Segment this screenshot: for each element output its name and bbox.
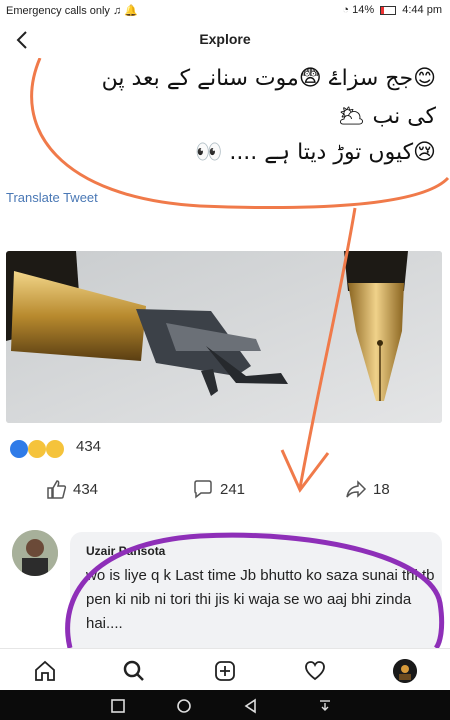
status-right: ◔ 14% 4:44 pm <box>342 4 442 16</box>
haha-reaction-icon <box>28 440 46 458</box>
wifi-icon: ◔ <box>342 4 350 16</box>
notification-pull-icon[interactable] <box>317 698 333 714</box>
post-text-line-1: 😊جج سزاۓ 😨موت سنانے کے بعد پن <box>101 66 436 91</box>
bottom-nav <box>0 648 450 691</box>
top-comment: Uzair Pansota wo is liye q k Last time J… <box>0 520 450 648</box>
reaction-count: 434 <box>76 438 102 455</box>
page-title: Explore <box>199 31 251 47</box>
search-icon[interactable] <box>122 659 146 683</box>
system-nav-bar <box>0 690 450 720</box>
status-bar: Emergency calls only ♫ 🔔 ◔ 14% 4:44 pm <box>0 0 450 22</box>
carrier-text: Emergency calls only <box>6 5 110 17</box>
app-bar: Explore <box>0 22 450 59</box>
share-count: 18 <box>373 481 390 498</box>
recent-apps-icon[interactable] <box>110 698 126 714</box>
post-content: 😊جج سزاۓ 😨موت سنانے کے بعد پن کی نب 🌥 😢ک… <box>0 58 450 648</box>
translate-tweet-link[interactable]: Translate Tweet <box>6 190 98 205</box>
status-left: Emergency calls only ♫ 🔔 <box>6 4 138 17</box>
notification-bell-icon: 🔔 <box>124 5 139 17</box>
like-button[interactable]: 434 <box>45 476 125 506</box>
post-card: 😊جج سزاۓ 😨موت سنانے کے بعد پن کی نب 🌥 😢ک… <box>0 58 450 648</box>
back-triangle-icon[interactable] <box>243 698 259 714</box>
post-photo[interactable] <box>6 251 442 423</box>
add-post-icon[interactable] <box>213 659 237 683</box>
like-count: 434 <box>73 481 99 498</box>
post-actions: 434 241 18 <box>0 470 450 512</box>
share-button[interactable]: 18 <box>345 476 415 506</box>
heart-icon[interactable] <box>303 659 327 683</box>
comment-author[interactable]: Uzair Pansota <box>86 544 165 558</box>
music-icon: ♫ <box>113 5 122 17</box>
post-text-line-2: کی نب 🌥 <box>337 104 436 129</box>
comment-text: wo is liye q k Last time Jb bhutto ko sa… <box>86 567 435 632</box>
comment-button[interactable]: 241 <box>192 476 272 506</box>
comment-count: 241 <box>220 481 246 498</box>
home-circle-icon[interactable] <box>176 698 192 714</box>
clock: 4:44 pm <box>402 4 442 16</box>
pen-nib-image <box>6 251 442 423</box>
share-arrow-icon <box>346 480 367 498</box>
thumbs-up-icon <box>47 480 67 499</box>
comment-bubble: Uzair Pansota wo is liye q k Last time J… <box>70 532 442 648</box>
battery-icon <box>380 5 397 15</box>
comment-bubble-icon <box>194 480 212 499</box>
profile-avatar[interactable] <box>393 659 417 683</box>
home-icon[interactable] <box>33 659 57 683</box>
wow-reaction-icon <box>46 440 64 458</box>
battery-percent: 14% <box>352 4 375 16</box>
like-reaction-icon <box>10 440 28 458</box>
post-text-line-3: 😢کیوں توڑ دیتا ہے .... 👀 <box>194 140 436 165</box>
commenter-avatar[interactable] <box>12 530 58 576</box>
